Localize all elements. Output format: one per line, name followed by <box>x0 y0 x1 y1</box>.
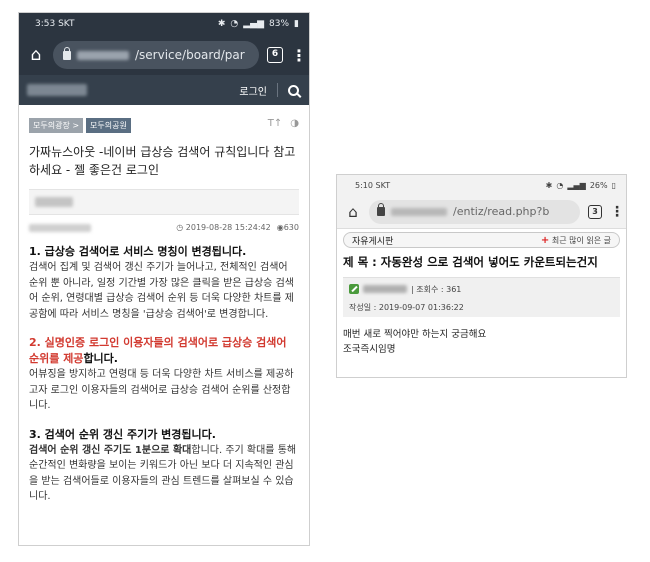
home-icon[interactable]: ⌂ <box>345 203 361 221</box>
search-icon[interactable] <box>288 84 299 96</box>
redacted-site-logo <box>27 84 87 96</box>
popular-posts-link[interactable]: 최근 많이 읽은 글 <box>552 236 611 245</box>
lock-icon <box>377 203 385 216</box>
signal-icon: ▂▄▆ <box>243 19 265 29</box>
tab-switcher-button[interactable]: 3 <box>588 204 602 219</box>
eye-icon: ◉ <box>276 223 284 232</box>
tab-switcher-button[interactable]: 6 <box>267 47 283 63</box>
breadcrumb-board-group[interactable]: 모두의광장 > <box>29 118 84 133</box>
board-name-tab[interactable]: 자유게시판 <box>352 234 393 247</box>
login-link[interactable]: 로그인 <box>239 83 267 98</box>
battery-icon: ▯ <box>611 180 616 190</box>
view-count: | 조회수 : 361 <box>411 284 462 294</box>
browser-toolbar: ⌂ /service/board/par 6 ⋮ <box>19 35 309 75</box>
left-phone-screenshot: 3:53 SKT ✱ ◔ ▂▄▆ 83% ▮ ⌂ /service/board/… <box>18 12 310 546</box>
battery-level: 83% <box>269 19 290 29</box>
wifi-icon: ◔ <box>230 19 239 29</box>
post-date: 2019-08-28 15:24:42 <box>185 223 271 232</box>
redacted-author <box>35 197 73 207</box>
theme-toggle-icon[interactable]: ◑ <box>290 118 299 129</box>
redacted-author <box>363 285 407 293</box>
url-path: /entiz/read.php?b <box>453 205 550 218</box>
post-title: 제 목 : 자동완성 으로 검색어 넣어도 카운트되는건지 <box>343 255 598 269</box>
font-size-icon[interactable]: T↑ <box>268 118 283 129</box>
redacted-ip <box>29 223 91 232</box>
nav-divider <box>277 83 278 97</box>
battery-icon: ▮ <box>294 19 299 29</box>
wifi-icon: ◔ <box>556 180 564 190</box>
edit-icon[interactable] <box>349 284 359 294</box>
section-text-3: 검색어 순위 갱신 주기도 1분으로 확대합니다. 주기 확대를 통해 순간적인… <box>29 443 299 505</box>
post-meta: ◷ 2019-08-28 15:24:42 ◉630 <box>19 215 309 232</box>
status-time: 3:53 SKT <box>35 19 75 29</box>
status-time: 5:10 SKT <box>355 180 391 190</box>
post-body: 매번 새로 찍어야만 하는지 궁금해요 조국즉시임명 <box>337 317 626 357</box>
breadcrumb: 모두의광장 > 모두의공원 T↑ ◑ <box>19 105 309 133</box>
body-line-1: 매번 새로 찍어야만 하는지 궁금해요 <box>343 329 487 340</box>
address-bar[interactable]: /service/board/par <box>53 41 259 69</box>
section-heading-2: 2. 실명인증 로그인 이용자들의 검색어로 급상승 검색어 순위를 제공합니다… <box>29 335 299 367</box>
bluetooth-icon: ✱ <box>545 180 553 190</box>
status-bar: 5:10 SKT ✱ ◔ ▂▄▆ 26% ▯ <box>337 175 626 195</box>
section-text-1: 검색어 집계 및 검색어 갱신 주기가 늘어나고, 전체적인 검색어 순위 뿐 … <box>29 262 294 320</box>
redacted-domain <box>77 50 129 60</box>
section-text-2: 어뷰징을 방지하고 연령대 등 더욱 다양한 차트 서비스를 제공하고자 로그인… <box>29 369 294 411</box>
post-date: 작성일 : 2019-09-07 01:36:22 <box>349 303 464 312</box>
page: 3:53 SKT ✱ ◔ ▂▄▆ 83% ▮ ⌂ /service/board/… <box>0 0 650 562</box>
browser-toolbar: ⌂ /entiz/read.php?b 3 ⋮ <box>337 195 626 229</box>
signal-icon: ▂▄▆ <box>567 180 586 190</box>
post-title: 가짜뉴스아웃 -네이버 급상승 검색어 규칙입니다 참고하세요 - 젤 좋은건 … <box>29 145 296 177</box>
section-heading-1: 1. 급상승 검색어로 서비스 명칭이 변경됩니다. <box>29 245 247 258</box>
plus-icon: + <box>540 234 550 246</box>
right-phone-screenshot: 5:10 SKT ✱ ◔ ▂▄▆ 26% ▯ ⌂ /entiz/read.php… <box>336 174 627 378</box>
post-body: 1. 급상승 검색어로 서비스 명칭이 변경됩니다. 검색어 집계 및 검색어 … <box>19 232 309 505</box>
body-line-2: 조국즉시임명 <box>343 344 396 355</box>
section-heading-2-tail: 합니다. <box>83 352 118 365</box>
status-bar: 3:53 SKT ✱ ◔ ▂▄▆ 83% ▮ <box>19 13 309 35</box>
redacted-domain <box>391 207 447 216</box>
breadcrumb-board[interactable]: 모두의공원 <box>86 118 131 133</box>
section-heading-3: 3. 검색어 순위 갱신 주기가 변경됩니다. <box>29 427 216 441</box>
lock-icon <box>63 46 71 60</box>
section-lead-3: 검색어 순위 갱신 주기도 1분으로 확대 <box>29 444 192 456</box>
site-navbar: 로그인 <box>19 75 309 105</box>
post-info-box: | 조회수 : 361 작성일 : 2019-09-07 01:36:22 <box>343 277 620 317</box>
bluetooth-icon: ✱ <box>217 19 226 29</box>
url-path: /service/board/par <box>135 48 245 62</box>
clock-icon: ◷ <box>176 223 184 232</box>
board-tabs: 자유게시판 + 최근 많이 읽은 글 <box>343 232 620 248</box>
section-heading-2-highlight: 2. 실명인증 로그인 이용자들의 검색어로 급상승 검색어 순위를 제공 <box>29 336 287 365</box>
battery-level: 26% <box>589 180 608 190</box>
home-icon[interactable]: ⌂ <box>27 46 45 64</box>
more-menu-icon[interactable]: ⋮ <box>610 204 624 220</box>
view-count: 630 <box>283 223 299 232</box>
author-bar <box>29 189 299 215</box>
address-bar[interactable]: /entiz/read.php?b <box>369 199 580 224</box>
more-menu-icon[interactable]: ⋮ <box>291 46 307 65</box>
